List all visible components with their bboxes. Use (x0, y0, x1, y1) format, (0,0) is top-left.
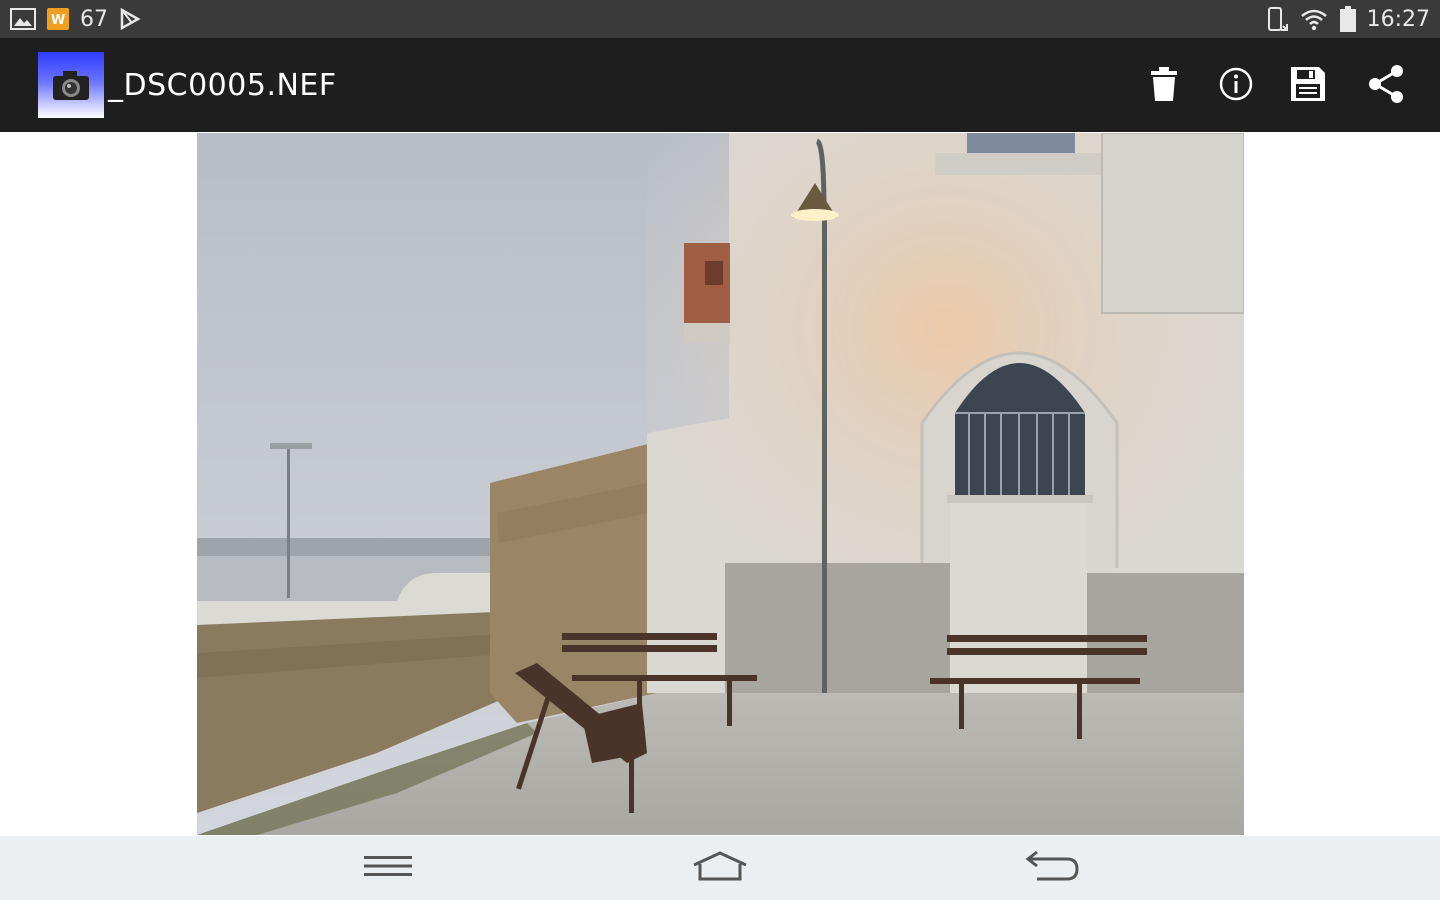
play-store-icon (118, 7, 142, 31)
info-icon (1219, 67, 1253, 106)
back-icon (1025, 850, 1079, 887)
notification-count: 67 (80, 6, 108, 32)
wifi-icon (1299, 7, 1329, 31)
home-icon (691, 850, 749, 886)
svg-text:W: W (51, 13, 65, 28)
save-button[interactable] (1282, 60, 1334, 112)
menu-icon (364, 854, 412, 883)
app-notification-icon: W (46, 7, 70, 31)
photo-viewer-image[interactable] (197, 133, 1244, 835)
share-button[interactable] (1360, 60, 1412, 112)
rotate-icon (1263, 6, 1289, 32)
status-bar-left: W 67 (10, 0, 142, 38)
delete-button[interactable] (1138, 60, 1190, 112)
gallery-icon (10, 7, 36, 31)
save-icon (1290, 66, 1326, 107)
navigation-bar (0, 836, 1440, 900)
status-bar: W 67 16:27 (0, 0, 1440, 38)
back-button[interactable] (1012, 844, 1092, 892)
info-button[interactable] (1210, 60, 1262, 112)
file-title: _DSC0005.NEF (108, 68, 337, 103)
delete-icon (1149, 66, 1179, 107)
camera-icon[interactable] (38, 52, 104, 118)
clock: 16:27 (1366, 6, 1430, 32)
home-button[interactable] (680, 844, 760, 892)
share-icon (1367, 64, 1405, 109)
status-bar-right: 16:27 (1263, 0, 1430, 38)
action-bar: _DSC0005.NEF (0, 38, 1440, 132)
battery-icon (1339, 5, 1357, 33)
menu-button[interactable] (348, 844, 428, 892)
